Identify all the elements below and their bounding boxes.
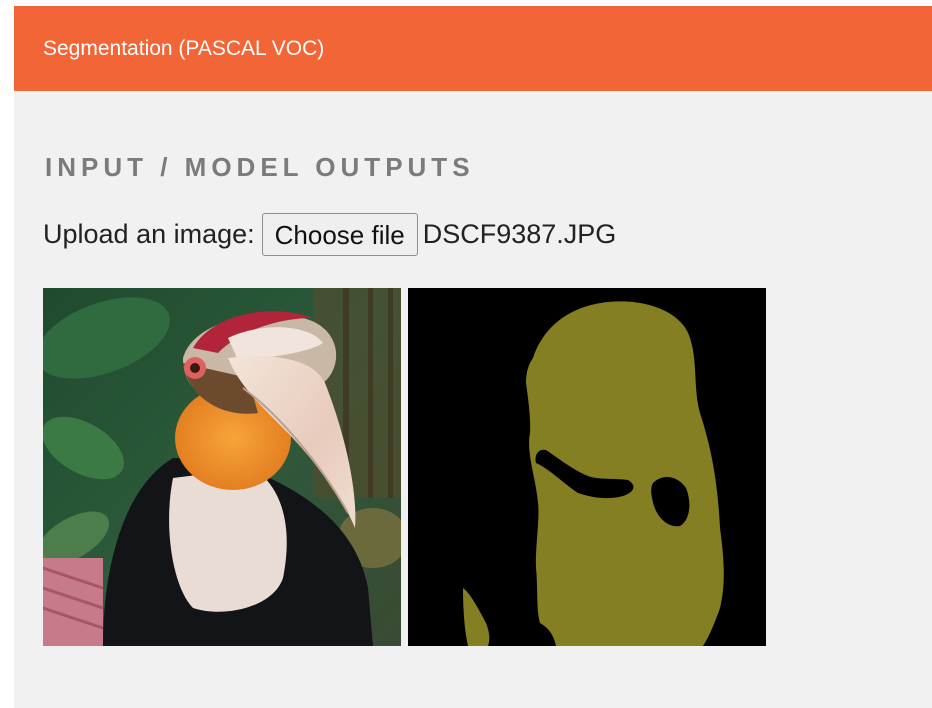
header-bar: Segmentation (PASCAL VOC) <box>14 6 932 91</box>
app-window: Segmentation (PASCAL VOC) INPUT / MODEL … <box>14 6 932 708</box>
output-image <box>408 288 766 646</box>
app-title: Segmentation (PASCAL VOC) <box>43 36 325 60</box>
upload-row: Upload an image: Choose file DSCF9387.JP… <box>43 213 616 256</box>
upload-label: Upload an image: <box>43 219 255 249</box>
choose-file-button[interactable]: Choose file <box>261 213 418 256</box>
section-title: INPUT / MODEL OUTPUTS <box>45 152 475 182</box>
input-image <box>43 288 401 646</box>
image-panels <box>43 288 766 646</box>
selected-file-name: DSCF9387.JPG <box>422 219 617 249</box>
